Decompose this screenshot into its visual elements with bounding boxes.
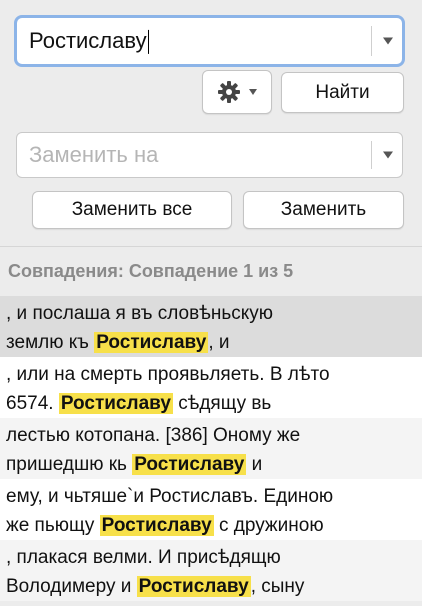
matches-header: Совпадения: Совпадение 1 из 5 <box>8 261 294 281</box>
results-list[interactable]: , и послаша я въ словѣньскую землю къ Ро… <box>0 296 422 601</box>
result-item[interactable]: , или на смерть проявьляеть. В лѣто 6574… <box>0 357 422 418</box>
result-line: 6574. Ростиславу сѣдящу вь <box>6 389 416 418</box>
result-text: же пьющу <box>6 515 100 536</box>
result-text: пришедшю кь <box>6 454 133 475</box>
result-line: , или на смерть проявьляеть. В лѣто <box>6 364 330 385</box>
replace-button[interactable]: Заменить <box>243 191 404 229</box>
text-caret <box>147 30 149 55</box>
result-text: , и <box>208 332 230 353</box>
result-text: , сыну <box>250 576 305 597</box>
result-text: с дружиною <box>213 515 324 536</box>
result-line: пришедшю кь Ростиславу и <box>6 450 416 479</box>
result-text: сѣдящу вь <box>172 393 272 414</box>
result-text: и <box>246 454 263 475</box>
replace-label: Заменить <box>280 199 367 220</box>
result-line: ему, и чьтяше`и Ростиславъ. Единою <box>6 486 334 507</box>
result-text: Володимеру и <box>6 576 137 597</box>
result-item[interactable]: , плакася велми. И присѣдящю Володимеру … <box>0 540 422 601</box>
gear-icon <box>218 81 240 103</box>
result-item[interactable]: , и послаша я въ словѣньскую землю къ Ро… <box>0 296 422 357</box>
search-input[interactable]: Ростиславу <box>29 28 149 55</box>
match-highlight: Ростиславу <box>58 393 173 414</box>
match-highlight: Ростиславу <box>136 576 251 597</box>
combo-separator <box>371 141 372 169</box>
replace-combobox[interactable]: Заменить на <box>16 132 403 178</box>
result-line: , и послаша я въ словѣньскую <box>6 303 274 324</box>
result-text: 6574. <box>6 393 59 414</box>
search-combobox[interactable]: Ростиславу <box>14 15 405 67</box>
combo-separator <box>371 26 372 56</box>
result-line: , плакася велми. И присѣдящю <box>6 547 281 568</box>
result-text: землю къ <box>6 332 95 353</box>
chevron-down-icon[interactable] <box>383 151 393 159</box>
chevron-down-icon <box>249 89 257 95</box>
result-line: Володимеру и Ростиславу, сыну <box>6 572 416 601</box>
result-line: землю къ Ростиславу, и <box>6 328 416 357</box>
replace-input[interactable]: Заменить на <box>29 142 158 168</box>
replace-all-label: Заменить все <box>71 199 193 220</box>
options-menu-button[interactable] <box>202 70 272 114</box>
match-highlight: Ростиславу <box>132 454 247 475</box>
result-item[interactable]: лестью котопана. [386] Оному же пришедшю… <box>0 418 422 479</box>
result-line: лестью котопана. [386] Оному же <box>6 425 301 446</box>
result-line: же пьющу Ростиславу с дружиною <box>6 511 416 540</box>
replace-all-button[interactable]: Заменить все <box>32 191 232 229</box>
divider <box>0 246 422 247</box>
chevron-down-icon[interactable] <box>383 37 393 45</box>
match-highlight: Ростиславу <box>99 515 214 536</box>
find-button-label: Найти <box>315 81 370 103</box>
match-highlight: Ростиславу <box>94 332 209 353</box>
result-item[interactable]: ему, и чьтяше`и Ростиславъ. Единою же пь… <box>0 479 422 540</box>
find-button[interactable]: Найти <box>281 72 404 113</box>
